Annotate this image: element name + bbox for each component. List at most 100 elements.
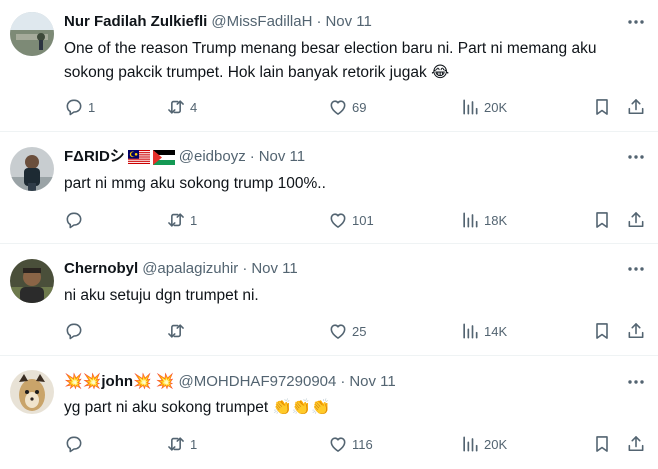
bookmark-button[interactable] <box>592 434 612 454</box>
views-icon <box>463 436 478 452</box>
more-icon <box>628 267 644 271</box>
name-emoji-suffix: 💥 💥 <box>133 373 175 390</box>
tweet-header: Chernobyl @apalagizuhir · Nov 11 <box>64 259 298 279</box>
timestamp[interactable]: Nov 11 <box>349 372 395 392</box>
bookmark-icon <box>596 323 608 339</box>
tweet-header: Nur Fadilah Zulkiefli @MissFadillaH · No… <box>64 12 372 32</box>
more-icon <box>628 20 644 24</box>
bookmark-button[interactable] <box>592 321 612 341</box>
timestamp[interactable]: Nov 11 <box>325 12 371 32</box>
reply-count: 1 <box>88 99 96 115</box>
retweet-button[interactable] <box>166 321 190 341</box>
like-count: 101 <box>352 212 374 228</box>
avatar[interactable] <box>10 259 54 303</box>
retweet-button[interactable]: 4 <box>166 97 197 117</box>
tweet[interactable]: Chernobyl @apalagizuhir · Nov 11 ni aku … <box>0 244 658 356</box>
reply-button[interactable] <box>64 210 88 230</box>
author-handle[interactable]: @eidboyz <box>179 147 246 167</box>
reply-button[interactable] <box>64 434 88 454</box>
more-icon <box>628 155 644 159</box>
reply-icon <box>66 323 82 340</box>
bookmark-icon <box>596 436 608 452</box>
share-icon <box>628 99 644 115</box>
tweet[interactable]: 💥💥 john 💥 💥 @MOHDHAF97290904 · Nov 11 yg… <box>0 356 658 469</box>
more-button[interactable] <box>626 147 646 167</box>
tweet-header: 💥💥 john 💥 💥 @MOHDHAF97290904 · Nov 11 <box>64 372 396 392</box>
heart-icon <box>330 213 346 228</box>
author-name[interactable]: john <box>101 372 133 392</box>
views-count: 20K <box>484 99 508 115</box>
malaysia-flag-icon <box>127 149 150 165</box>
author-name[interactable]: Chernobyl <box>64 259 138 279</box>
retweet-count: 1 <box>190 436 198 452</box>
tweet-feed: Nur Fadilah Zulkiefli @MissFadillaH · No… <box>0 0 658 469</box>
share-button[interactable] <box>626 97 646 117</box>
retweet-icon <box>168 324 184 338</box>
share-icon <box>628 323 644 339</box>
author-handle[interactable]: @MissFadillaH <box>211 12 312 32</box>
retweet-button[interactable]: 1 <box>166 434 197 454</box>
share-button[interactable] <box>626 434 646 454</box>
like-count: 69 <box>352 99 367 115</box>
like-button[interactable]: 116 <box>328 434 373 454</box>
timestamp[interactable]: Nov 11 <box>251 259 297 279</box>
views-count: 20K <box>484 436 508 452</box>
views-button[interactable]: 14K <box>460 321 507 341</box>
name-emoji-prefix: 💥💥 <box>64 373 102 390</box>
tweet-header: FΔRIDシ @eidboyz · Nov 11 <box>64 147 305 167</box>
share-icon <box>628 212 644 228</box>
bookmark-button[interactable] <box>592 210 612 230</box>
retweet-button[interactable]: 1 <box>166 210 197 230</box>
views-button[interactable]: 20K <box>460 434 507 454</box>
views-button[interactable]: 20K <box>460 97 507 117</box>
author-name[interactable]: FΔRIDシ <box>64 147 125 167</box>
views-button[interactable]: 18K <box>460 210 507 230</box>
share-button[interactable] <box>626 210 646 230</box>
tweet-text: ni aku setuju dgn trumpet ni. <box>64 287 259 304</box>
tweet-actions: 1 116 20K <box>64 434 648 454</box>
like-button[interactable]: 101 <box>328 210 374 230</box>
share-icon <box>628 436 644 452</box>
retweet-icon <box>168 437 184 451</box>
tweet-text: part ni mmg aku sokong trump 100%.. <box>64 175 326 192</box>
reply-button[interactable]: 1 <box>64 97 95 117</box>
like-button[interactable]: 25 <box>328 321 366 341</box>
retweet-count: 1 <box>190 212 198 228</box>
heart-icon <box>330 437 346 452</box>
like-count: 25 <box>352 323 367 339</box>
author-handle[interactable]: @apalagizuhir <box>142 259 238 279</box>
separator-dot: · <box>242 260 248 277</box>
timestamp[interactable]: Nov 11 <box>259 147 305 167</box>
more-icon <box>628 380 644 384</box>
separator-dot: · <box>340 373 346 390</box>
tweet[interactable]: FΔRIDシ @eidboyz · Nov 11 part ni mmg aku… <box>0 132 658 244</box>
palestine-flag-icon <box>152 149 175 165</box>
reply-icon <box>66 436 82 453</box>
bookmark-button[interactable] <box>592 97 612 117</box>
more-button[interactable] <box>626 372 646 392</box>
author-name[interactable]: Nur Fadilah Zulkiefli <box>64 12 207 32</box>
more-button[interactable] <box>626 259 646 279</box>
share-button[interactable] <box>626 321 646 341</box>
like-count: 116 <box>352 436 373 452</box>
reply-icon <box>66 212 82 229</box>
views-count: 14K <box>484 323 508 339</box>
avatar[interactable] <box>10 370 54 414</box>
views-icon <box>463 212 478 228</box>
heart-icon <box>330 324 346 339</box>
like-button[interactable]: 69 <box>328 97 366 117</box>
reply-button[interactable] <box>64 321 88 341</box>
views-icon <box>463 323 478 339</box>
avatar[interactable] <box>10 12 54 56</box>
avatar[interactable] <box>10 147 54 191</box>
bookmark-icon <box>596 212 608 228</box>
tweet-actions: 1 101 18K <box>64 210 648 230</box>
author-handle[interactable]: @MOHDHAF97290904 <box>179 372 337 392</box>
retweet-icon <box>168 213 184 227</box>
views-count: 18K <box>484 212 508 228</box>
separator-dot: · <box>316 13 322 30</box>
reply-icon <box>66 99 82 116</box>
views-icon <box>463 99 478 115</box>
more-button[interactable] <box>626 12 646 32</box>
tweet[interactable]: Nur Fadilah Zulkiefli @MissFadillaH · No… <box>0 0 658 132</box>
